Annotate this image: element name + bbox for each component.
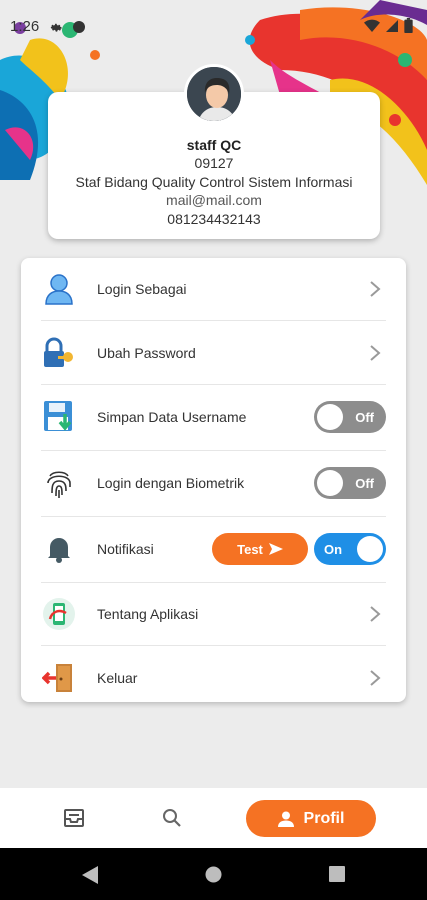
avatar xyxy=(184,64,244,124)
menu-item-save-username[interactable]: Simpan Data Username Off xyxy=(41,385,386,451)
profile-email: mail@mail.com xyxy=(166,192,262,208)
profile-phone: 081234432143 xyxy=(167,210,261,227)
app-info-icon xyxy=(41,596,77,632)
person-icon xyxy=(277,811,294,827)
status-time: 1:26 xyxy=(10,18,40,35)
system-navigation-bar xyxy=(0,848,427,900)
menu-label: Login dengan Biometrik xyxy=(97,475,245,492)
chevron-right-icon xyxy=(370,670,381,686)
gear-icon xyxy=(50,23,63,32)
bell-icon xyxy=(41,531,77,567)
menu-label: Notifikasi xyxy=(97,541,154,558)
back-icon[interactable] xyxy=(82,866,98,884)
chevron-right-icon xyxy=(370,281,381,297)
notification-toggle[interactable]: On xyxy=(314,533,386,566)
battery-icon xyxy=(404,18,413,33)
chevron-right-icon xyxy=(370,344,381,361)
fingerprint-icon xyxy=(41,465,77,501)
menu-item-login-as[interactable]: Login Sebagai xyxy=(41,258,386,322)
menu-item-biometric-login[interactable]: Login dengan Biometrik Off xyxy=(41,451,386,517)
status-bar: 1:26 xyxy=(0,0,427,56)
profile-tab-button[interactable]: Profil xyxy=(246,800,376,837)
lock-key-icon xyxy=(41,335,77,371)
user-icon xyxy=(41,271,77,307)
profile-name: staff QC xyxy=(186,137,242,153)
inbox-icon[interactable] xyxy=(64,808,84,828)
profile-id: 09127 xyxy=(194,155,234,171)
menu-item-logout[interactable]: Keluar xyxy=(41,646,386,709)
recents-icon[interactable] xyxy=(329,866,345,882)
exit-door-icon xyxy=(41,660,77,696)
send-icon xyxy=(268,543,283,556)
toggle-knob xyxy=(357,536,383,563)
toggle-state: On xyxy=(324,541,343,557)
toggle-state: Off xyxy=(355,409,374,425)
signal-icon xyxy=(386,19,398,32)
search-icon[interactable] xyxy=(162,808,182,828)
test-button-label: Test xyxy=(237,541,263,557)
menu-label: Login Sebagai xyxy=(97,281,187,298)
menu-label: Tentang Aplikasi xyxy=(97,605,199,622)
profile-position: Staf Bidang Quality Control Sistem Infor… xyxy=(75,173,353,190)
menu-label: Ubah Password xyxy=(97,344,196,361)
save-username-toggle[interactable]: Off xyxy=(314,401,386,434)
profile-tab-label: Profil xyxy=(303,809,345,827)
test-notification-button[interactable]: Test xyxy=(212,533,308,566)
menu-label: Simpan Data Username xyxy=(97,409,247,426)
wifi-icon xyxy=(364,19,380,32)
chevron-right-icon xyxy=(370,606,381,622)
toggle-knob xyxy=(317,404,343,431)
notification-dot-icon xyxy=(73,20,86,33)
menu-label: Keluar xyxy=(97,669,138,686)
biometric-toggle[interactable]: Off xyxy=(314,467,386,500)
home-icon[interactable] xyxy=(205,866,222,883)
toggle-state: Off xyxy=(355,475,374,491)
menu-item-about-app[interactable]: Tentang Aplikasi xyxy=(41,583,386,647)
settings-menu: Login Sebagai Ubah Password Simpan Data … xyxy=(21,258,406,702)
menu-item-notification[interactable]: Notifikasi Test On xyxy=(41,517,386,583)
toggle-knob xyxy=(317,470,343,497)
save-download-icon xyxy=(41,399,77,435)
menu-item-change-password[interactable]: Ubah Password xyxy=(41,321,386,385)
